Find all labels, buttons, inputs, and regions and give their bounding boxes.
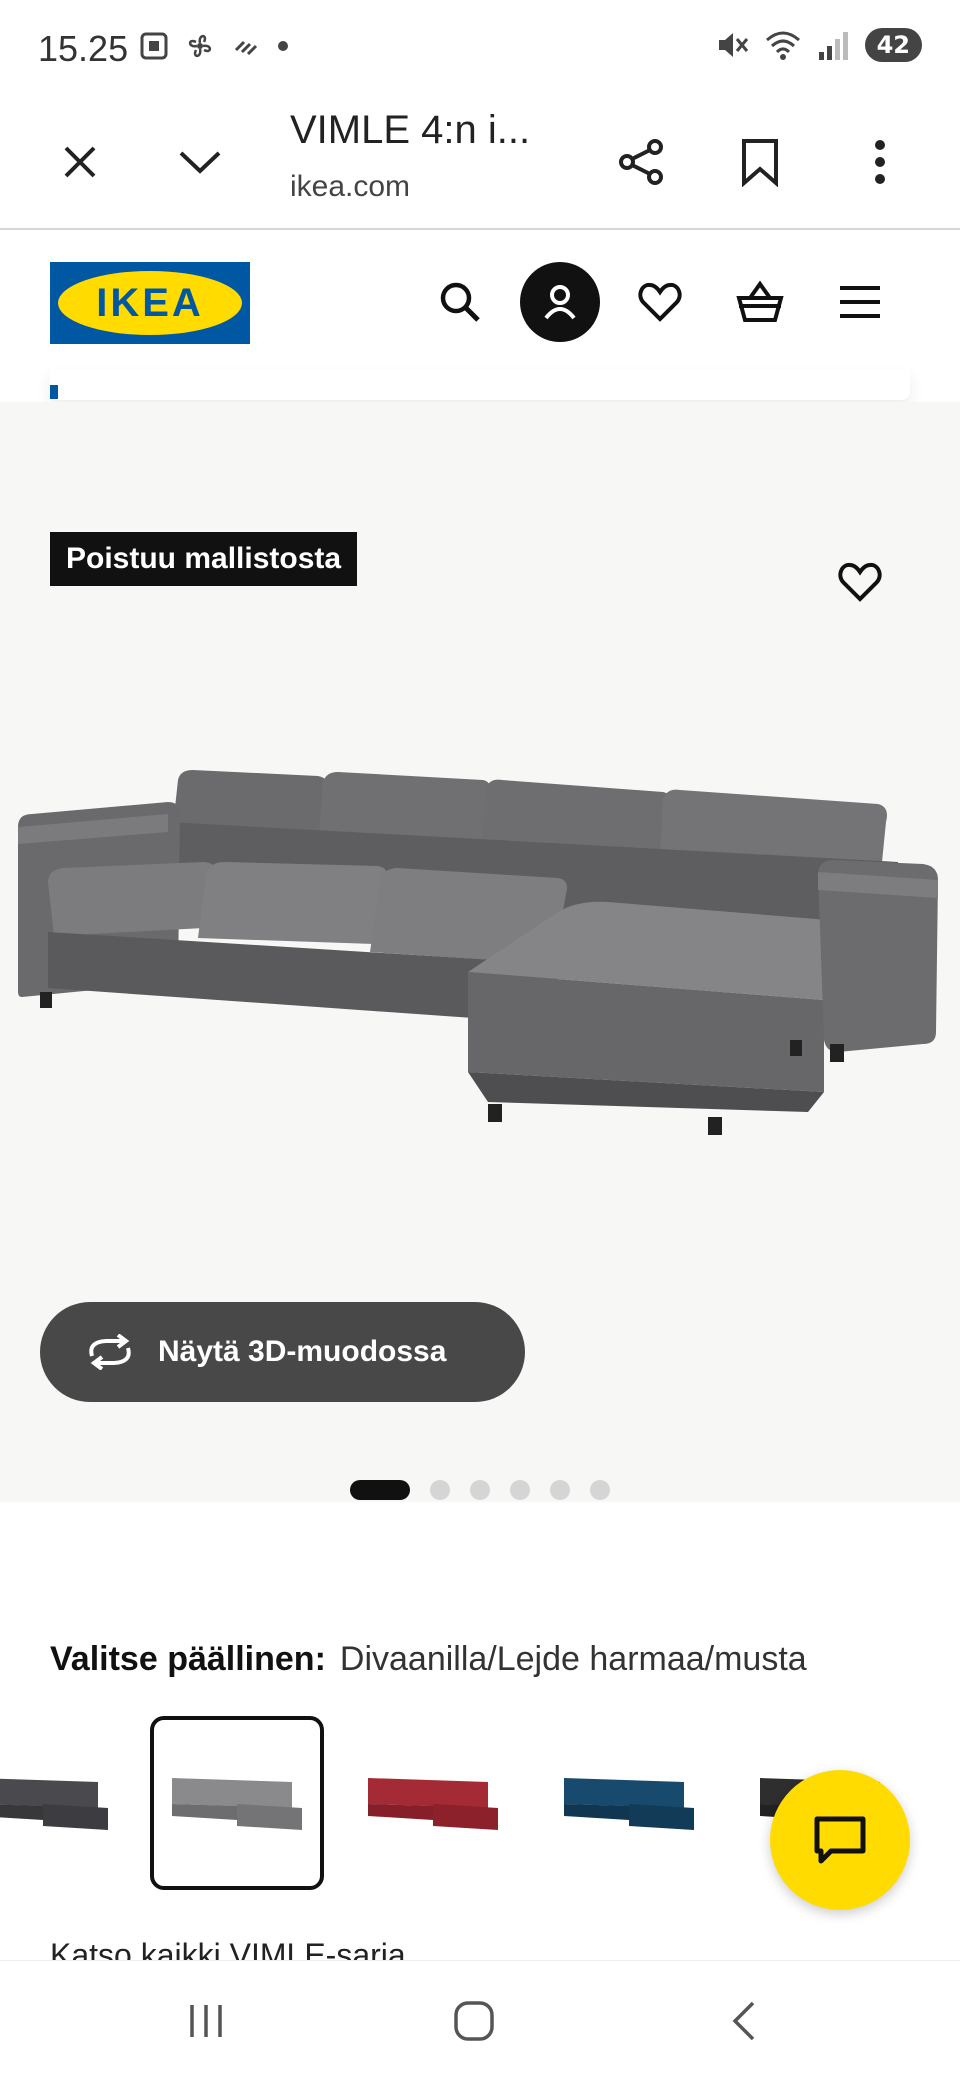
recent-apps-icon[interactable]: [166, 1991, 246, 2051]
account-icon[interactable]: [520, 262, 600, 342]
status-time: 15.25: [38, 28, 129, 69]
carousel-dot[interactable]: [470, 1480, 490, 1500]
chevron-down-icon[interactable]: [168, 130, 232, 194]
more-options-icon[interactable]: [848, 130, 912, 194]
sofa-image: [18, 770, 938, 1135]
carousel-dot[interactable]: [350, 1480, 410, 1500]
mute-icon: [718, 33, 748, 57]
dot-icon: [278, 41, 288, 51]
carousel-indicator: [0, 1480, 960, 1500]
carousel-dot[interactable]: [510, 1480, 530, 1500]
status-badge: Poistuu mallistosta: [50, 532, 358, 586]
search-panel-edge: [50, 370, 910, 400]
carousel-dot[interactable]: [430, 1480, 450, 1500]
page-url[interactable]: ikea.com: [290, 170, 410, 204]
menu-icon[interactable]: [820, 262, 900, 342]
wifi-icon: [765, 31, 800, 60]
search-panel-accent: [50, 385, 58, 399]
add-to-favourites-icon[interactable]: [830, 552, 890, 612]
carousel-dot[interactable]: [550, 1480, 570, 1500]
status-system-icons: 42: [715, 28, 922, 62]
swatch-red[interactable]: [346, 1716, 520, 1890]
close-icon[interactable]: [48, 130, 112, 194]
carousel-dot[interactable]: [590, 1480, 610, 1500]
chat-icon: [814, 1816, 866, 1864]
nfc-icon: [234, 40, 258, 56]
status-bar: 15.25 42: [0, 0, 960, 100]
cover-value: Divaanilla/Lejde harmaa/musta: [339, 1640, 807, 1678]
page-title[interactable]: VIMLE 4:n i...: [290, 108, 530, 153]
battery-indicator: 42: [864, 28, 922, 62]
swatch-dark-grey[interactable]: [0, 1716, 130, 1890]
signal-icon: [818, 32, 848, 60]
system-nav-bar: [0, 1960, 960, 2080]
favourites-icon[interactable]: [620, 262, 700, 342]
shopping-bag-icon[interactable]: [720, 262, 800, 342]
search-icon[interactable]: [420, 262, 500, 342]
status-notification-icons: [138, 30, 290, 62]
back-icon[interactable]: [704, 1991, 784, 2051]
swatch-lejde-grey-black[interactable]: [150, 1716, 324, 1890]
ikea-logo-text: IKEA: [96, 280, 204, 325]
product-gallery[interactable]: Poistuu mallistosta Näytä 3D-muodossa: [0, 402, 960, 1502]
cover-label: Valitse päällinen:: [50, 1640, 326, 1678]
chat-button[interactable]: [770, 1770, 910, 1910]
view-3d-button[interactable]: Näytä 3D-muodossa: [40, 1302, 525, 1402]
view-3d-label: Näytä 3D-muodossa: [158, 1335, 447, 1368]
rotate-3d-icon: [89, 1334, 131, 1370]
screenshot-icon: [140, 32, 168, 60]
share-icon[interactable]: [610, 130, 674, 194]
ikea-logo-oval: IKEA: [58, 271, 242, 335]
swatch-dark-blue[interactable]: [542, 1716, 716, 1890]
cover-selection-heading: Valitse päällinen: Divaanilla/Lejde harma…: [50, 1640, 807, 1679]
fan-icon: [188, 34, 212, 58]
bookmark-icon[interactable]: [728, 130, 792, 194]
ikea-logo[interactable]: IKEA: [50, 262, 250, 344]
home-icon[interactable]: [434, 1991, 514, 2051]
